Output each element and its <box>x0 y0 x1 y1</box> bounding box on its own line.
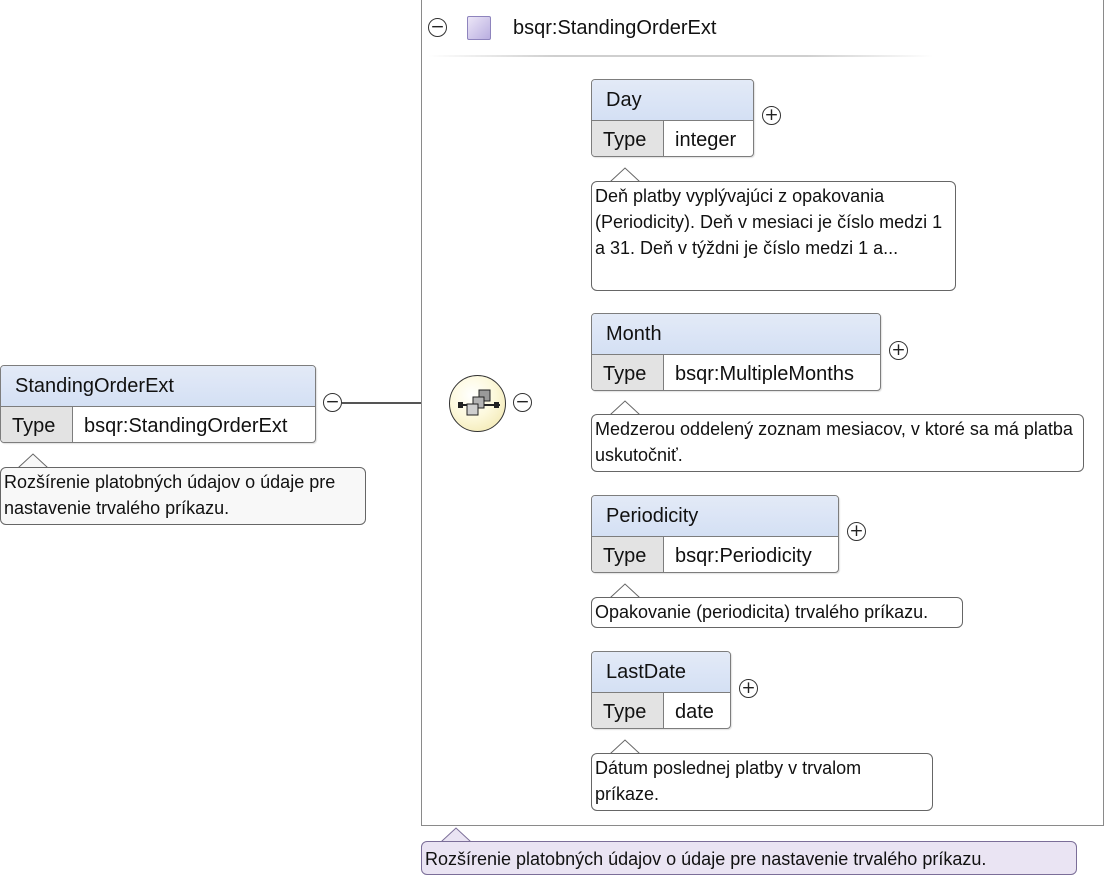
root-type-value: bsqr:StandingOrderExt <box>84 415 288 437</box>
container-collapse-icon[interactable]: − <box>428 18 447 37</box>
element-lastdate-type-label: Type <box>592 693 664 728</box>
element-day-type-row: Type integer <box>592 121 753 156</box>
lastdate-documentation: Dátum poslednej platby v trvalom príkaze… <box>591 753 933 811</box>
compositor-collapse-icon[interactable]: − <box>513 393 532 412</box>
sequence-compositor-icon[interactable] <box>449 375 506 432</box>
periodicity-documentation: Opakovanie (periodicita) trvalého príkaz… <box>591 597 963 628</box>
element-periodicity-type-label: Type <box>592 537 664 572</box>
sequence-glyph <box>458 389 500 416</box>
element-periodicity-name: Periodicity <box>592 496 838 537</box>
complex-type-icon <box>467 16 491 40</box>
element-periodicity[interactable]: Periodicity Type bsqr:Periodicity <box>591 495 839 573</box>
container-title: bsqr:StandingOrderExt <box>513 17 717 39</box>
root-type-row: Type bsqr:StandingOrderExt <box>1 407 315 442</box>
element-month[interactable]: Month Type bsqr:MultipleMonths <box>591 313 881 391</box>
element-lastdate[interactable]: LastDate Type date <box>591 651 731 729</box>
periodicity-expand-icon[interactable]: + <box>847 522 866 541</box>
root-element-box[interactable]: StandingOrderExt Type bsqr:StandingOrder… <box>0 365 316 443</box>
element-day-type-value: integer <box>675 129 737 151</box>
container-documentation: Rozšírenie platobných údajov o údaje pre… <box>421 841 1077 875</box>
element-periodicity-type-value: bsqr:Periodicity <box>675 545 812 567</box>
element-month-type-label: Type <box>592 355 664 390</box>
root-element-name: StandingOrderExt <box>1 366 315 407</box>
element-day-type-label: Type <box>592 121 664 156</box>
day-documentation: Deň platby vyplývajúci z opakovania (Per… <box>591 181 956 291</box>
root-type-label: Type <box>1 407 73 442</box>
element-lastdate-name: LastDate <box>592 652 730 693</box>
container-title-rule <box>428 55 933 57</box>
element-day[interactable]: Day Type integer <box>591 79 754 157</box>
element-lastdate-type-row: Type date <box>592 693 730 728</box>
complex-type-container <box>421 0 1104 826</box>
lastdate-expand-icon[interactable]: + <box>739 679 758 698</box>
element-periodicity-type-row: Type bsqr:Periodicity <box>592 537 838 572</box>
root-documentation: Rozšírenie platobných údajov o údaje pre… <box>0 467 366 525</box>
element-day-name: Day <box>592 80 753 121</box>
month-documentation: Medzerou oddelený zoznam mesiacov, v kto… <box>591 414 1084 472</box>
element-lastdate-type-value: date <box>675 701 714 723</box>
root-collapse-icon[interactable]: − <box>323 393 342 412</box>
month-expand-icon[interactable]: + <box>889 341 908 360</box>
day-expand-icon[interactable]: + <box>762 106 781 125</box>
element-month-type-value: bsqr:MultipleMonths <box>675 363 854 385</box>
element-month-type-row: Type bsqr:MultipleMonths <box>592 355 880 390</box>
element-month-name: Month <box>592 314 880 355</box>
